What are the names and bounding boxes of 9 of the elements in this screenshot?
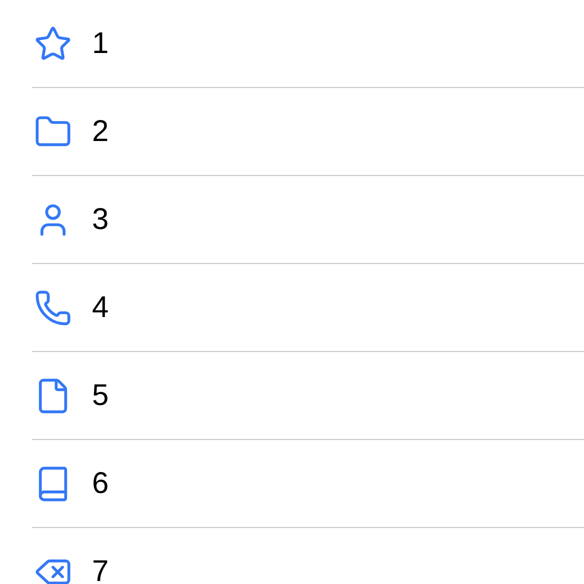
star-icon	[34, 24, 72, 62]
row-label: 6	[92, 466, 109, 500]
row-label: 5	[92, 378, 109, 412]
phone-icon	[34, 288, 72, 326]
row-label: 1	[92, 26, 109, 60]
row-label: 3	[92, 202, 109, 236]
row-label: 2	[92, 114, 109, 148]
row-label: 4	[92, 290, 109, 324]
row-label: 7	[92, 554, 109, 584]
